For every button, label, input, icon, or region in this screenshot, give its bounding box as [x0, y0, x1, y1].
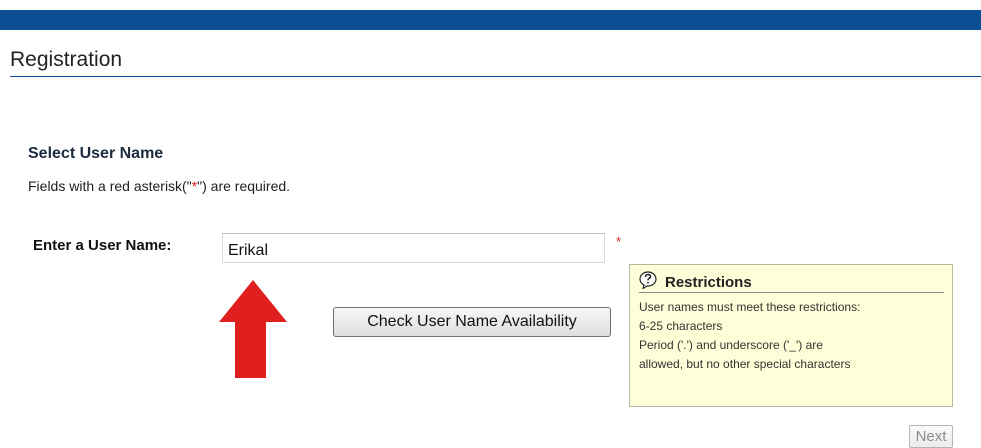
- restrictions-header: Restrictions: [639, 271, 944, 293]
- restriction-line: 6-25 characters: [639, 319, 723, 333]
- page-title: Registration: [10, 48, 123, 71]
- check-availability-button[interactable]: Check User Name Availability: [333, 307, 611, 337]
- restrictions-tooltip: Restrictions User names must meet these …: [629, 264, 953, 407]
- title-divider: [10, 76, 981, 77]
- restriction-line: User names must meet these restrictions:: [639, 300, 861, 314]
- required-fields-note: Fields with a red asterisk("*") are requ…: [28, 178, 290, 194]
- required-note-prefix: Fields with a red asterisk(": [28, 178, 192, 194]
- username-input[interactable]: [222, 233, 605, 263]
- restriction-line: allowed, but no other special characters: [639, 357, 851, 371]
- restrictions-title: Restrictions: [665, 274, 752, 291]
- required-asterisk: *: [616, 234, 622, 249]
- required-note-suffix: ") are required.: [197, 178, 291, 194]
- next-button[interactable]: Next: [909, 425, 953, 448]
- red-arrow-annotation: [219, 280, 287, 378]
- section-heading: Select User Name: [28, 145, 164, 162]
- question-bubble-icon: [639, 271, 657, 289]
- restriction-line: Period ('.') and underscore ('_') are: [639, 338, 823, 352]
- header-bar: [0, 10, 981, 30]
- username-label: Enter a User Name:: [33, 237, 172, 254]
